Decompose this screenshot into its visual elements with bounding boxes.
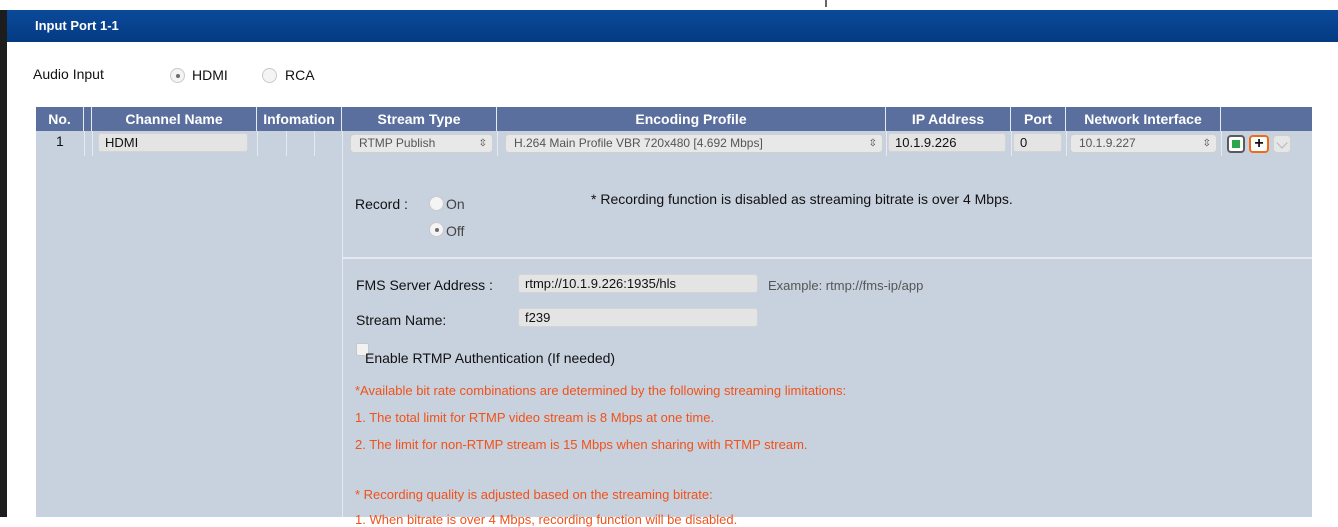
encoding-profile-value: H.264 Main Profile VBR 720x480 [4.692 Mb… [514, 136, 763, 150]
ip-address-field[interactable]: 10.1.9.226 [888, 133, 1006, 152]
col-divider [257, 131, 258, 156]
header-port: Port [1011, 107, 1066, 131]
panel-title: Input Port 1-1 [35, 18, 119, 33]
channel-name-field[interactable]: HDMI [98, 133, 248, 152]
port-field[interactable]: 0 [1013, 133, 1062, 152]
encoding-profile-select[interactable]: H.264 Main Profile VBR 720x480 [4.692 Mb… [505, 134, 883, 153]
browser-frame: Input Port 1-1 Audio Input HDMI RCA No. … [0, 0, 1338, 527]
header-actions [1221, 107, 1312, 131]
header-spacer [84, 107, 92, 131]
quality-heading: * Recording quality is adjusted based on… [355, 487, 713, 502]
network-interface-value: 10.1.9.227 [1079, 136, 1136, 150]
add-button[interactable]: + [1249, 135, 1269, 153]
network-interface-select[interactable]: 10.1.9.227 ⇳ [1070, 134, 1217, 153]
audio-rca-radio[interactable] [262, 68, 277, 83]
audio-hdmi-radio[interactable] [170, 68, 185, 83]
header-stream-type: Stream Type [342, 107, 497, 131]
left-edge-bar [0, 10, 7, 517]
stream-name-label: Stream Name: [356, 312, 447, 328]
rtmp-auth-label: Enable RTMP Authentication (If needed) [365, 350, 616, 366]
detail-divider [342, 257, 1312, 259]
header-channel-name: Channel Name [92, 107, 257, 131]
col-divider [84, 131, 85, 156]
panel-titlebar: Input Port 1-1 [7, 10, 1338, 42]
record-label: Record : [355, 196, 408, 212]
col-divider [314, 131, 315, 156]
col-divider [92, 131, 93, 156]
input-port-panel: Input Port 1-1 Audio Input HDMI RCA No. … [7, 10, 1338, 527]
header-information: Infomation [257, 107, 342, 131]
header-ip-address: IP Address [886, 107, 1011, 131]
audio-input-label: Audio Input [33, 66, 104, 82]
top-strip [0, 0, 1338, 10]
stop-button[interactable] [1227, 135, 1245, 153]
col-divider [342, 131, 343, 156]
limit-2: 2. The limit for non-RTMP stream is 15 M… [355, 437, 808, 452]
channel-table: No. Channel Name Infomation Stream Type … [36, 107, 1312, 527]
col-divider [1221, 131, 1222, 156]
stream-name-input[interactable]: f239 [518, 308, 758, 327]
limits-heading: *Available bit rate combinations are det… [355, 383, 847, 398]
updown-arrows-icon: ⇳ [478, 138, 487, 149]
record-off-radio[interactable] [429, 222, 444, 237]
col-divider [1066, 131, 1067, 156]
record-on-label: On [446, 196, 465, 212]
audio-hdmi-label: HDMI [192, 67, 228, 83]
col-divider [1011, 131, 1012, 156]
stream-type-select[interactable]: RTMP Publish ⇳ [350, 134, 493, 153]
col-divider [497, 131, 498, 156]
updown-arrows-icon: ⇳ [1202, 138, 1211, 149]
audio-input-row: Audio Input HDMI RCA [7, 65, 607, 89]
table-row: 1 HDMI RTMP Publish ⇳ H.264 Main Profile… [36, 131, 1312, 156]
record-notice: * Recording function is disabled as stre… [591, 191, 1013, 207]
stop-square-icon [1232, 140, 1240, 148]
col-divider [886, 131, 887, 156]
cursor-mark [825, 0, 827, 7]
row-no: 1 [56, 133, 64, 149]
header-no: No. [36, 107, 84, 131]
quality-1: 1. When bitrate is over 4 Mbps, recordin… [355, 512, 738, 527]
plus-icon: + [1254, 135, 1264, 152]
table-header: No. Channel Name Infomation Stream Type … [36, 107, 1312, 131]
limit-1: 1. The total limit for RTMP video stream… [355, 410, 715, 425]
record-off-label: Off [446, 223, 465, 239]
fms-example-text: Example: rtmp://fms-ip/app [768, 278, 924, 293]
stream-type-value: RTMP Publish [359, 136, 436, 150]
detail-left-border [342, 156, 343, 517]
expand-button[interactable] [1273, 135, 1291, 153]
updown-arrows-icon: ⇳ [868, 138, 877, 149]
fms-server-input[interactable]: rtmp://10.1.9.226:1935/hls [518, 274, 758, 293]
header-encoding-profile: Encoding Profile [497, 107, 886, 131]
record-on-radio[interactable] [429, 196, 444, 211]
col-divider [286, 131, 287, 156]
audio-rca-label: RCA [285, 67, 315, 83]
fms-server-label: FMS Server Address : [356, 277, 493, 293]
header-network-interface: Network Interface [1066, 107, 1221, 131]
